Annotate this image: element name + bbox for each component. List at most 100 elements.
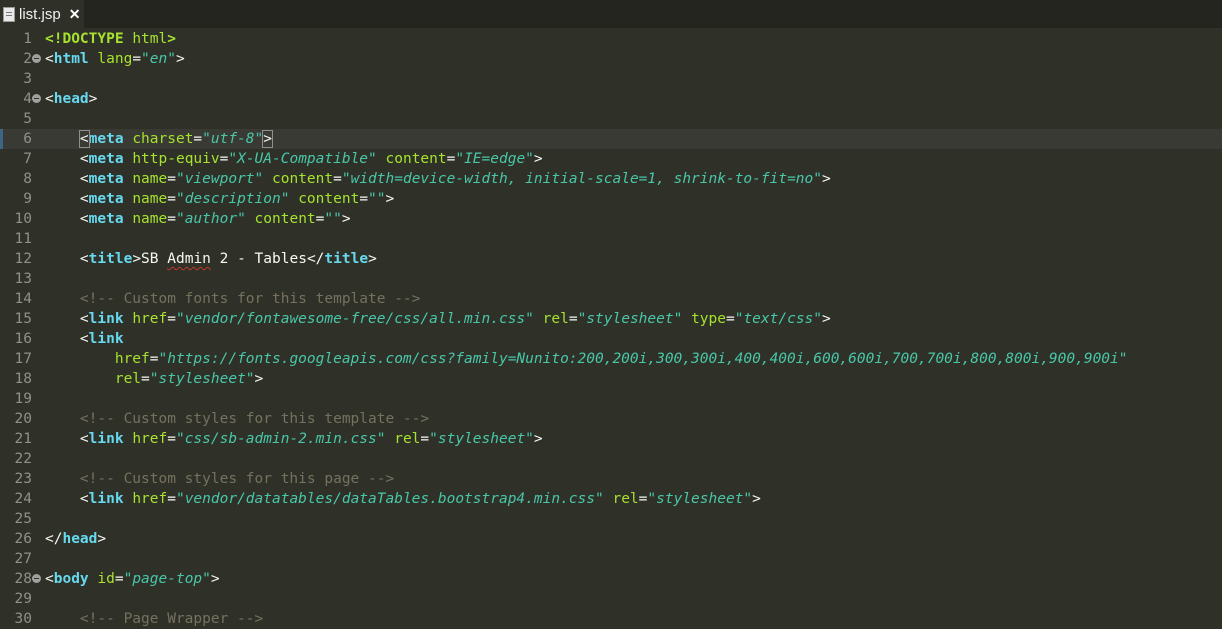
code-line[interactable]: 14 <!-- Custom fonts for this template -…	[0, 289, 1222, 309]
code-line[interactable]: 10 <meta name="author" content="">	[0, 209, 1222, 229]
code-line[interactable]: 5	[0, 109, 1222, 129]
code-line[interactable]: 2 <html lang="en">	[0, 49, 1222, 69]
code-text: <!-- Custom styles for this template -->	[45, 409, 429, 429]
code-line[interactable]: 17 href="https://fonts.googleapis.com/cs…	[0, 349, 1222, 369]
code-text: <!-- Custom styles for this page -->	[45, 469, 394, 489]
line-number: 3	[23, 71, 32, 87]
code-token: content	[385, 151, 447, 167]
code-token: <	[45, 91, 54, 107]
code-token: >	[132, 251, 142, 267]
code-token: <	[79, 191, 89, 207]
code-token: >	[88, 91, 98, 107]
line-number: 23	[14, 471, 32, 487]
code-token: <	[78, 130, 90, 148]
fold-toggle-icon[interactable]	[32, 94, 41, 103]
code-line[interactable]: 30 <!-- Page Wrapper -->	[0, 609, 1222, 629]
code-line[interactable]: 6 <meta charset="utf-8">	[0, 129, 1222, 149]
code-token: <	[79, 331, 89, 347]
code-text: <!-- Custom fonts for this template -->	[45, 289, 420, 309]
code-token: <!-- Custom styles for this page -->	[79, 471, 395, 487]
code-token: "IE=edge"	[455, 151, 534, 167]
line-number: 15	[14, 311, 32, 327]
tab-list-jsp[interactable]: list.jsp ✕	[0, 0, 84, 30]
code-token: =	[167, 311, 176, 327]
code-token: Admin	[167, 251, 211, 267]
code-token: <!-- Custom fonts for this template -->	[79, 291, 421, 307]
code-token: "stylesheet"	[429, 431, 534, 447]
code-token: "stylesheet"	[149, 371, 255, 387]
code-text: <!-- Page Wrapper -->	[45, 609, 263, 629]
code-text: <meta name="author" content="">	[45, 209, 351, 229]
code-token: link	[88, 331, 124, 347]
code-token: meta	[88, 211, 124, 227]
code-text: <meta charset="utf-8">	[45, 129, 273, 149]
code-token: ""	[368, 191, 386, 207]
code-line[interactable]: 4 <head>	[0, 89, 1222, 109]
code-token: meta	[88, 191, 124, 207]
code-editor[interactable]: 1 <!DOCTYPE html> 2 <html lang="en"> 3 4 <head…	[0, 28, 1222, 627]
code-line[interactable]: 27	[0, 549, 1222, 569]
code-line[interactable]: 15 <link href="vendor/fontawesome-free/c…	[0, 309, 1222, 329]
line-number: 11	[14, 231, 32, 247]
fold-toggle-icon[interactable]	[32, 574, 41, 583]
code-token: content	[298, 191, 360, 207]
code-line[interactable]: 8 <meta name="viewport" content="width=d…	[0, 169, 1222, 189]
code-line[interactable]: 26 </head>	[0, 529, 1222, 549]
code-line[interactable]: 28 <body id="page-top">	[0, 569, 1222, 589]
code-line[interactable]: 18 rel="stylesheet">	[0, 369, 1222, 389]
code-line[interactable]: 16 <link	[0, 329, 1222, 349]
code-token: "width=device-width, initial-scale=1, sh…	[341, 171, 822, 187]
code-token: rel	[114, 371, 142, 387]
code-line[interactable]: 13	[0, 269, 1222, 289]
code-token: <	[79, 431, 89, 447]
line-number: 28	[14, 571, 32, 587]
code-token: >	[533, 431, 543, 447]
code-line[interactable]: 11	[0, 229, 1222, 249]
code-token: </	[306, 251, 325, 267]
code-token: =	[167, 171, 176, 187]
code-token: title	[88, 251, 133, 267]
code-line[interactable]: 1 <!DOCTYPE html>	[0, 29, 1222, 49]
code-line[interactable]: 7 <meta http-equiv="X-UA-Compatible" con…	[0, 149, 1222, 169]
line-number: 6	[23, 131, 32, 147]
code-line[interactable]: 20 <!-- Custom styles for this template …	[0, 409, 1222, 429]
code-line[interactable]: 29	[0, 589, 1222, 609]
tab-title: list.jsp	[19, 5, 61, 23]
line-number: 21	[14, 431, 32, 447]
code-text: <body id="page-top">	[45, 569, 220, 589]
close-icon[interactable]: ✕	[69, 6, 81, 23]
code-line[interactable]: 9 <meta name="description" content="">	[0, 189, 1222, 209]
code-token: =	[333, 171, 342, 187]
code-token: =	[359, 191, 369, 207]
line-number: 7	[23, 151, 32, 167]
code-line[interactable]: 3	[0, 69, 1222, 89]
code-token: >	[175, 51, 185, 67]
code-line[interactable]: 12 <title>SB Admin 2 - Tables</title>	[0, 249, 1222, 269]
code-line[interactable]: 25	[0, 509, 1222, 529]
code-token: href	[132, 431, 168, 447]
code-line[interactable]: 21 <link href="css/sb-admin-2.min.css" r…	[0, 429, 1222, 449]
line-number: 24	[14, 491, 32, 507]
code-token: </	[45, 531, 63, 547]
code-line[interactable]: 22	[0, 449, 1222, 469]
fold-toggle-icon[interactable]	[32, 54, 41, 63]
file-icon	[3, 6, 15, 22]
code-line[interactable]: 23 <!-- Custom styles for this page -->	[0, 469, 1222, 489]
line-number: 29	[14, 591, 32, 607]
code-line[interactable]: 19	[0, 389, 1222, 409]
code-token: >	[533, 151, 543, 167]
code-token: <!-- Page Wrapper -->	[79, 611, 264, 627]
code-line[interactable]: 24 <link href="vendor/datatables/dataTab…	[0, 489, 1222, 509]
code-token: "viewport"	[175, 171, 264, 187]
